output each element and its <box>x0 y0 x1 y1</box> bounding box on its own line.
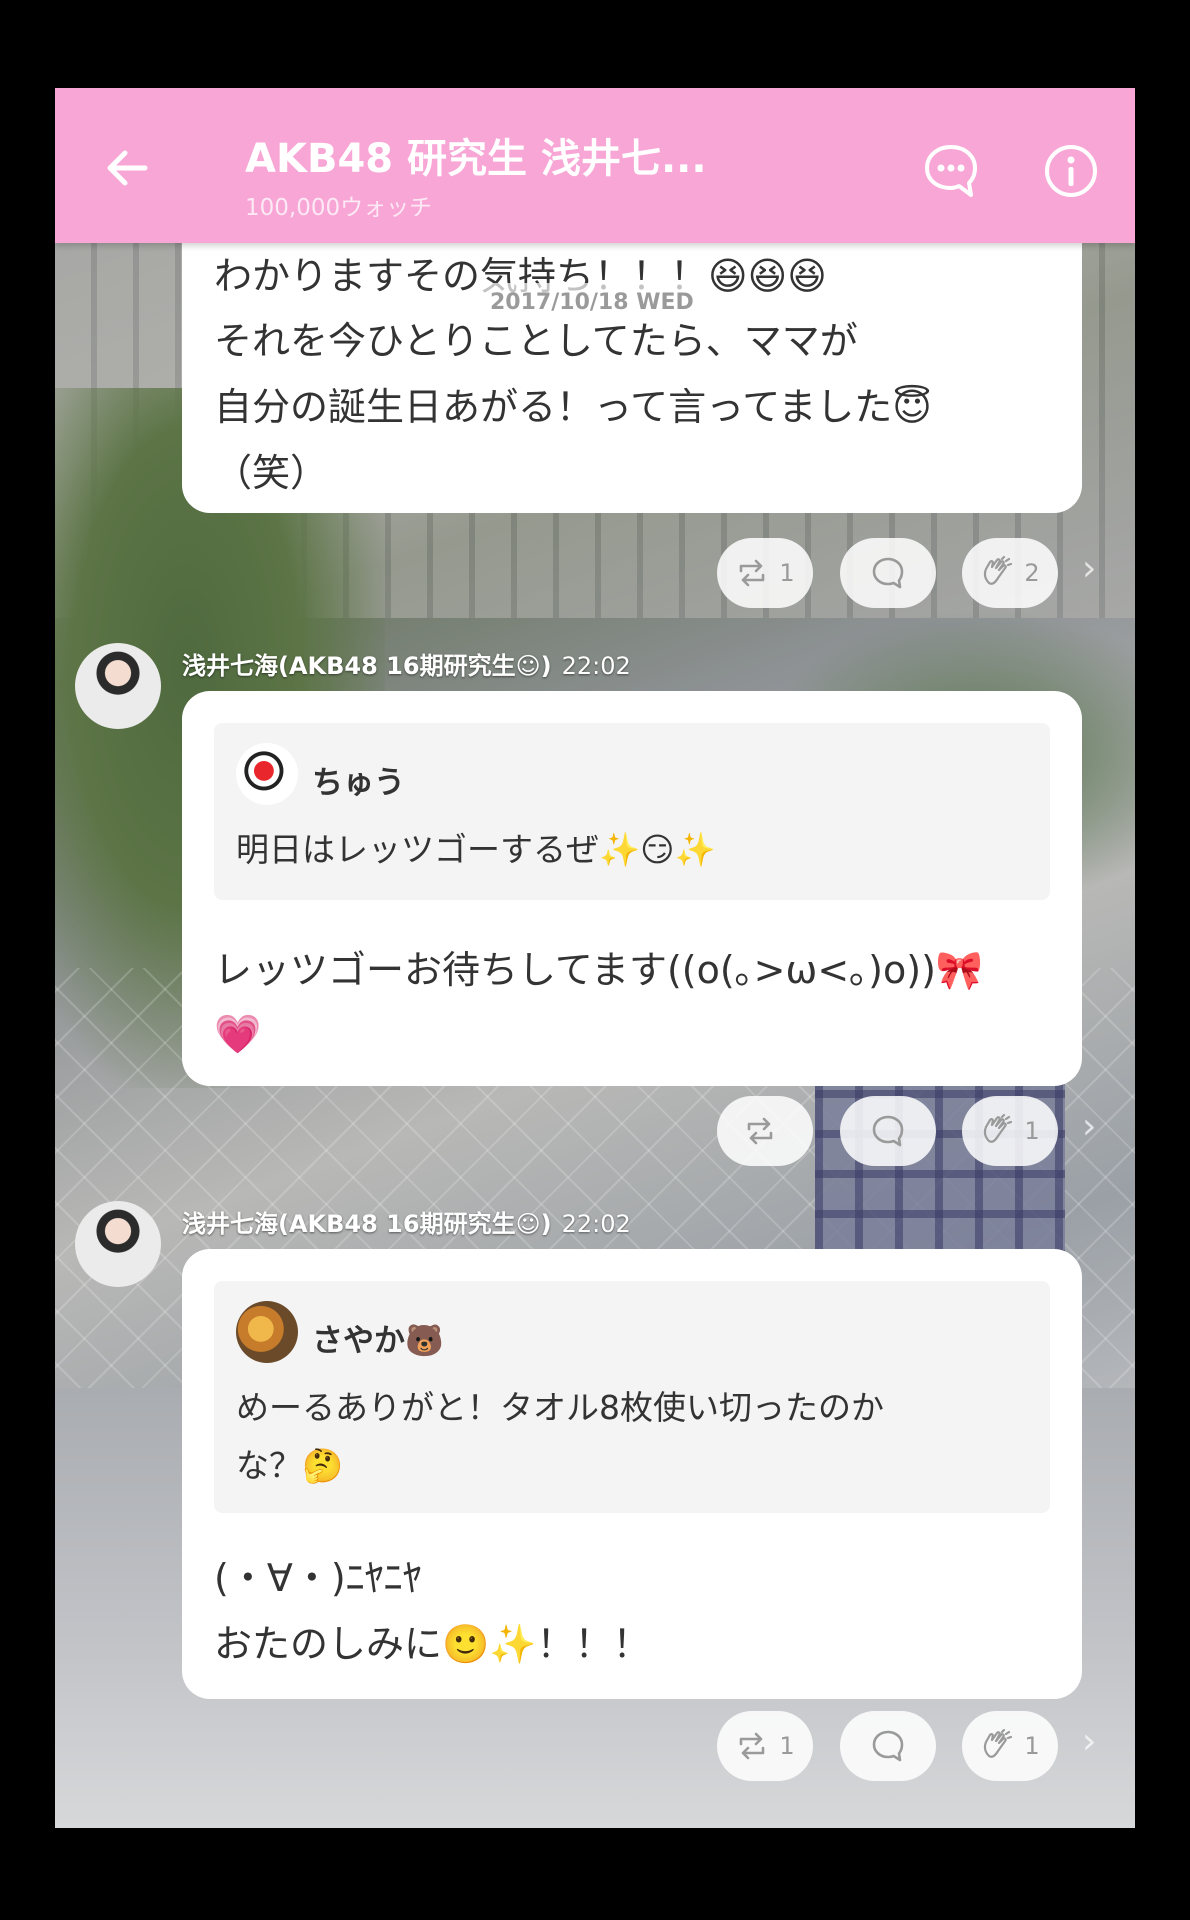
repost-button[interactable]: 1 <box>717 538 813 608</box>
page-title: AKB48 研究生 浅井七... <box>245 136 707 182</box>
quoted-name: ちゅう <box>312 765 405 801</box>
comment-icon <box>872 557 904 589</box>
comment-button[interactable] <box>840 1711 936 1781</box>
message-line: (・∀・)ﾆﾔﾆﾔ <box>214 1556 422 1600</box>
quoted-avatar <box>236 1301 298 1363</box>
repost-count: 1 <box>779 559 795 587</box>
clap-count: 1 <box>1024 1732 1040 1760</box>
repost-icon <box>740 559 765 587</box>
chevron-right-icon: › <box>1082 1106 1097 1147</box>
comment-button[interactable] <box>840 538 936 608</box>
message-line: （笑） <box>214 451 329 495</box>
sender-name-text: 浅井七海(AKB48 16期研究生☺) <box>182 652 552 680</box>
app-header: AKB48 研究生 浅井七... 100,000ウォッチ <box>55 88 1135 243</box>
clap-button[interactable]: 1 <box>962 1711 1058 1781</box>
chevron-right-icon: › <box>1082 1721 1097 1762</box>
sender-name: 浅井七海(AKB48 16期研究生☺) 22:02 <box>182 1204 631 1239</box>
message-bubble: わかりますその気持ち！！！😆😆😆 それを今ひとりことしてたら、ママが 自分の誕生… <box>182 208 1082 513</box>
date-divider: 2017/10/18 WED <box>470 283 714 323</box>
message-bubble: さやか🐻 めーるありがと！タオル8枚使い切ったのか な？🤔 (・∀・)ﾆﾔﾆﾔ … <box>182 1249 1082 1699</box>
repost-count: 1 <box>779 1732 795 1760</box>
quoted-letter[interactable]: ちゅう 明日はレッツゴーするぜ✨😏✨ <box>214 723 1050 900</box>
clap-icon <box>984 1729 1013 1758</box>
repost-button[interactable] <box>717 1096 813 1166</box>
quoted-text: 明日はレッツゴーするぜ✨😏✨ <box>236 830 716 869</box>
repost-icon <box>747 1117 773 1145</box>
message-time: 22:02 <box>561 1210 631 1238</box>
repost-button[interactable]: 1 <box>717 1711 813 1781</box>
comment-icon <box>872 1730 904 1762</box>
clap-count: 2 <box>1024 559 1040 587</box>
app-screen: AKB48 研究生 浅井七... 100,000ウォッチ わかりますその気持ち！… <box>55 88 1135 1828</box>
chevron-right-icon: › <box>1082 548 1097 589</box>
repost-icon <box>740 1732 765 1760</box>
quoted-text: な？🤔 <box>236 1446 344 1485</box>
message-bubble: ちゅう 明日はレッツゴーするぜ✨😏✨ レッツゴーお待ちしてます((o(｡>ω<｡… <box>182 691 1082 1086</box>
sender-name-text: 浅井七海(AKB48 16期研究生☺) <box>182 1210 552 1238</box>
comment-icon <box>872 1115 904 1147</box>
clap-button[interactable]: 1 <box>962 1096 1058 1166</box>
talk-bubble-icon[interactable] <box>923 143 979 199</box>
clap-count: 1 <box>1024 1117 1040 1145</box>
clap-button[interactable]: 2 <box>962 538 1058 608</box>
quoted-avatar <box>236 743 298 805</box>
info-icon[interactable] <box>1043 143 1099 199</box>
watch-count: 100,000ウォッチ <box>245 195 433 221</box>
quoted-letter[interactable]: さやか🐻 めーるありがと！タオル8枚使い切ったのか な？🤔 <box>214 1281 1050 1513</box>
back-arrow-icon[interactable] <box>105 146 149 190</box>
avatar[interactable] <box>75 1201 161 1287</box>
sender-name: 浅井七海(AKB48 16期研究生☺) 22:02 <box>182 646 631 681</box>
message-line: レッツゴーお待ちしてます((o(｡>ω<｡)o))🎀 <box>214 948 984 992</box>
message-time: 22:02 <box>561 652 631 680</box>
quoted-name: さやか🐻 <box>312 1323 444 1359</box>
comment-button[interactable] <box>840 1096 936 1166</box>
quoted-text: めーるありがと！タオル8枚使い切ったのか <box>236 1388 884 1427</box>
message-line: 自分の誕生日あがる！って言ってました😇 <box>214 385 932 429</box>
message-line: 💗 <box>214 1012 262 1056</box>
message-line: おたのしみに🙂✨！！！ <box>214 1622 651 1666</box>
avatar[interactable] <box>75 643 161 729</box>
clap-icon <box>984 1114 1013 1143</box>
clap-icon <box>984 556 1013 585</box>
